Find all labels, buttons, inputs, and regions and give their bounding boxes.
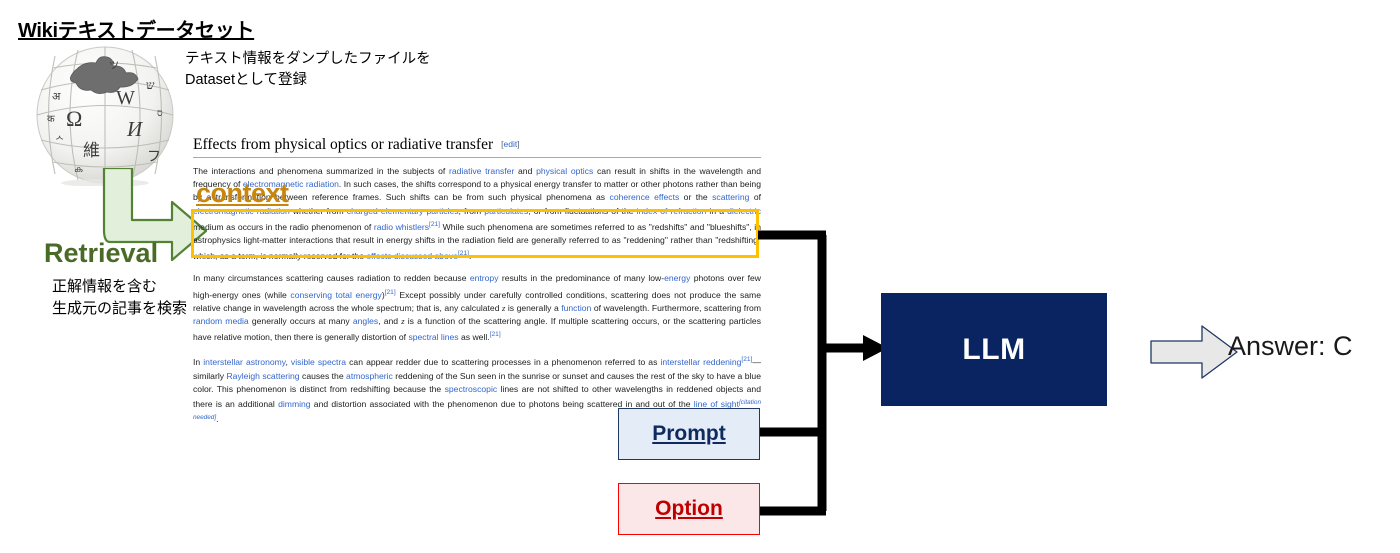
svg-text:維: 維: [83, 141, 100, 160]
wiki-link[interactable]: interstellar reddening: [660, 357, 741, 367]
svg-text:ツ: ツ: [109, 61, 119, 72]
wiki-link[interactable]: interstellar astronomy: [203, 357, 285, 367]
retrieval-label: Retrieval: [44, 238, 159, 268]
page-title: Wikiテキストデータセット: [18, 20, 255, 42]
svg-text:ക: ക: [74, 164, 83, 174]
wiki-link[interactable]: visible spectra: [291, 357, 346, 367]
llm-box[interactable]: LLM: [881, 293, 1107, 406]
llm-label: LLM: [962, 332, 1026, 366]
dataset-caption: テキスト情報をダンプしたファイルを Datasetとして登録: [185, 51, 431, 88]
prompt-label: Prompt: [652, 422, 726, 445]
wiki-link[interactable]: spectral lines: [408, 332, 458, 342]
wiki-reference[interactable]: [21]: [490, 331, 501, 338]
wiki-link[interactable]: angles: [353, 316, 378, 326]
wiki-reference[interactable]: [21]: [385, 289, 396, 296]
svg-text:ᄉ: ᄉ: [55, 136, 64, 147]
option-box[interactable]: Option: [618, 483, 760, 535]
block-arrow-right-icon: [1150, 325, 1238, 379]
wiki-paragraph-2: In many circumstances scattering causes …: [193, 273, 762, 343]
svg-text:W: W: [116, 87, 135, 109]
wiki-link[interactable]: random media: [193, 316, 249, 326]
wiki-link[interactable]: physical optics: [536, 166, 593, 176]
wiki-link[interactable]: function: [561, 303, 591, 313]
wiki-link[interactable]: scattering: [712, 192, 749, 202]
svg-text:フ: フ: [147, 150, 161, 165]
wiki-link[interactable]: charged elementary particles: [347, 206, 459, 216]
answer-text: Answer: C: [1228, 331, 1353, 361]
svg-text:ס: ס: [157, 108, 163, 119]
wiki-link[interactable]: particulates: [484, 206, 528, 216]
svg-text:अ: अ: [52, 91, 61, 103]
svg-text:И: И: [126, 117, 144, 141]
wiki-link[interactable]: radiative transfer: [449, 166, 514, 176]
wiki-link[interactable]: spectroscopic: [445, 384, 498, 394]
wiki-link[interactable]: coherence effects: [610, 192, 680, 202]
wiki-reference[interactable]: [21]: [458, 250, 469, 257]
retrieval-description: 正解情報を含む 生成元の記事を検索: [52, 278, 188, 317]
prompt-box[interactable]: Prompt: [618, 408, 760, 460]
context-label: context: [196, 178, 289, 208]
wiki-link[interactable]: entropy: [470, 273, 499, 283]
wiki-link[interactable]: radio whistlers: [374, 222, 429, 232]
wiki-link[interactable]: Rayleigh scattering: [226, 371, 299, 381]
wiki-link[interactable]: dimming: [278, 399, 310, 409]
wiki-link[interactable]: energy: [664, 273, 690, 283]
wiki-heading-text: Effects from physical optics or radiativ…: [193, 136, 494, 153]
wikipedia-globe-icon: Ω W И 維 フ ש अ ツ ᄉ ക ס क: [28, 44, 183, 186]
wiki-reference[interactable]: [21]: [429, 221, 440, 228]
option-label: Option: [655, 497, 723, 520]
svg-text:Ω: Ω: [66, 106, 82, 131]
wiki-link[interactable]: effects discussed above: [366, 251, 458, 261]
diagram-canvas: Wikiテキストデータセット Ω W И 維 フ ש अ ツ ᄉ ക ס क テ…: [0, 0, 1400, 553]
wiki-link[interactable]: conserving total energy: [290, 290, 381, 300]
svg-text:ש: ש: [146, 78, 155, 92]
wiki-link[interactable]: index of refraction: [637, 206, 707, 216]
wiki-link[interactable]: atmospheric: [346, 371, 393, 381]
wiki-section-heading: Effects from physical optics or radiativ…: [193, 136, 761, 158]
svg-text:क: क: [47, 114, 55, 125]
wiki-edit-link[interactable]: [edit]: [501, 139, 519, 149]
